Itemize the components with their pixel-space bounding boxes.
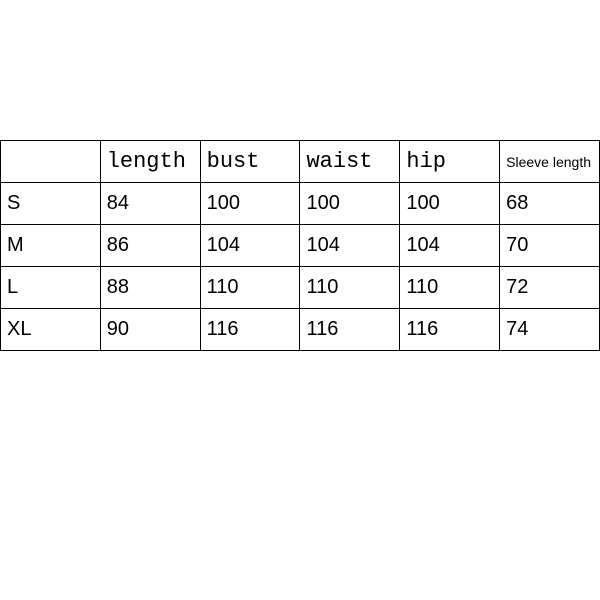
cell-hip: 110	[400, 267, 500, 309]
cell-size: S	[1, 183, 101, 225]
header-waist: waist	[300, 141, 400, 183]
table-row: S 84 100 100 100 68	[1, 183, 600, 225]
cell-waist: 110	[300, 267, 400, 309]
cell-sleeve: 74	[500, 309, 600, 351]
table-row: L 88 110 110 110 72	[1, 267, 600, 309]
cell-bust: 116	[200, 309, 300, 351]
cell-length: 88	[100, 267, 200, 309]
table-row: M 86 104 104 104 70	[1, 225, 600, 267]
cell-length: 90	[100, 309, 200, 351]
cell-size: XL	[1, 309, 101, 351]
cell-hip: 100	[400, 183, 500, 225]
cell-size: M	[1, 225, 101, 267]
cell-bust: 104	[200, 225, 300, 267]
header-bust: bust	[200, 141, 300, 183]
table-row: XL 90 116 116 116 74	[1, 309, 600, 351]
cell-sleeve: 70	[500, 225, 600, 267]
header-sleeve-length: Sleeve length	[500, 141, 600, 183]
size-chart-table: length bust waist hip Sleeve length S 84…	[0, 140, 600, 351]
header-hip: hip	[400, 141, 500, 183]
cell-hip: 104	[400, 225, 500, 267]
header-blank	[1, 141, 101, 183]
cell-waist: 100	[300, 183, 400, 225]
cell-sleeve: 68	[500, 183, 600, 225]
cell-bust: 110	[200, 267, 300, 309]
cell-bust: 100	[200, 183, 300, 225]
cell-length: 84	[100, 183, 200, 225]
cell-sleeve: 72	[500, 267, 600, 309]
cell-length: 86	[100, 225, 200, 267]
cell-size: L	[1, 267, 101, 309]
cell-waist: 116	[300, 309, 400, 351]
cell-hip: 116	[400, 309, 500, 351]
table-header-row: length bust waist hip Sleeve length	[1, 141, 600, 183]
cell-waist: 104	[300, 225, 400, 267]
header-length: length	[100, 141, 200, 183]
